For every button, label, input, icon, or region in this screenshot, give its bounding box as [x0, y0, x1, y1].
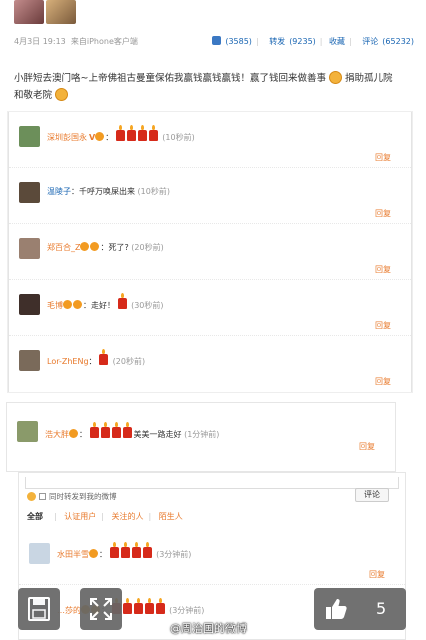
like-count: 5	[376, 599, 387, 618]
comment-item: 温陵子：千呼万唤屎出来 (10秒前) 回复	[9, 168, 411, 224]
sync-repost-option: 同时转发到我的微博	[27, 491, 117, 502]
candle-icon	[142, 542, 152, 558]
comment-item: 水田半雪： (3分钟前) 回复	[19, 529, 405, 585]
post-meta-row: 4月3日 19:13 来自iPhone客户端 (3585) | 转发 (9235) |…	[14, 36, 414, 50]
candle-icon	[117, 293, 127, 309]
badge-icon	[95, 132, 105, 141]
badge-icon	[89, 549, 98, 558]
post-date: 4月3日 19:13 来自iPhone客户端	[14, 37, 138, 46]
filter-following[interactable]: 关注的人	[112, 512, 144, 521]
comment-user[interactable]: Lor-ZhENg	[47, 357, 89, 366]
emoji-icon	[55, 88, 69, 101]
candle-icon	[155, 598, 165, 614]
candle-icon	[115, 125, 125, 141]
reply-link[interactable]: 回复	[375, 264, 391, 275]
comment-item: 毛博 ：走好！ (30秒前) 回复	[9, 280, 411, 336]
reply-link[interactable]: 回复	[375, 208, 391, 219]
sync-checkbox[interactable]	[39, 493, 46, 500]
candle-icon	[137, 125, 147, 141]
candle-icon	[99, 349, 109, 365]
avatar[interactable]	[19, 294, 40, 315]
comment-item: Lor-ZhENg： (20秒前) 回复	[9, 336, 411, 392]
badge-icon	[63, 300, 72, 309]
comment-item: 郑百合_Z ：死了? (20秒前) 回复	[9, 224, 411, 280]
comment-filters: 全部 | 认证用户 | 关注的人 | 陌生人	[27, 512, 183, 521]
like-count-button[interactable]: 5	[314, 588, 406, 630]
avatar[interactable]	[19, 126, 40, 147]
emoji-picker-icon[interactable]	[27, 492, 36, 501]
emoji-icon	[90, 242, 100, 251]
avatar[interactable]	[29, 543, 50, 564]
post-text: 小胖短去澳门咯~上帝佛祖古曼童保佑我赢钱赢钱赢钱！赢了钱回来做善事 捐助孤儿院 …	[14, 71, 393, 101]
fullscreen-button[interactable]	[80, 588, 122, 630]
victory-emoji-icon	[329, 71, 342, 84]
reply-link[interactable]: 回复	[375, 152, 391, 163]
candle-icon	[131, 542, 141, 558]
avatar[interactable]	[19, 238, 40, 259]
post-image-thumbnail[interactable]	[14, 0, 44, 24]
comment-item: 深圳彭国永 V： (10秒前) 回复	[9, 112, 411, 168]
comment-user[interactable]: 郑百合_Z	[47, 243, 80, 252]
comment-list: 浩大胖： 美美一路走好 (1分钟前) 回复	[6, 402, 396, 472]
avatar[interactable]	[19, 350, 40, 371]
candle-icon	[126, 125, 136, 141]
reply-link[interactable]: 回复	[375, 376, 391, 387]
avatar[interactable]	[17, 421, 38, 442]
submit-comment-button[interactable]: 评论	[355, 488, 389, 502]
badge-icon	[69, 429, 78, 438]
candle-icon	[148, 125, 158, 141]
emoji-icon	[73, 300, 82, 309]
post-image-thumbnail[interactable]	[46, 0, 76, 24]
save-button[interactable]	[18, 588, 60, 630]
favorite-button[interactable]: 收藏	[329, 37, 345, 46]
filter-all[interactable]: 全部	[27, 512, 43, 521]
post-actions: (3585) | 转发 (9235) | 收藏 | 评论 (65232)	[204, 36, 414, 47]
thumbs-up-icon	[212, 36, 222, 45]
repost-button[interactable]: 转发 (9235)	[265, 37, 316, 46]
watermark: @周治国的微博	[170, 622, 247, 635]
comment-user[interactable]: 深圳彭国永	[47, 133, 87, 142]
filter-stranger[interactable]: 陌生人	[159, 512, 183, 521]
reply-link[interactable]: 回复	[369, 569, 385, 580]
like-button[interactable]: (3585)	[208, 36, 252, 46]
candle-icon	[89, 422, 99, 438]
candle-icon	[100, 422, 110, 438]
top-strip	[0, 0, 426, 26]
candle-icon	[144, 598, 154, 614]
comment-item: 浩大胖： 美美一路走好 (1分钟前) 回复	[7, 409, 395, 465]
badge-icon	[80, 242, 90, 251]
comment-user[interactable]: …莎的	[57, 606, 81, 615]
reply-link[interactable]: 回复	[375, 320, 391, 331]
candle-icon	[122, 598, 132, 614]
expand-icon	[90, 598, 112, 620]
reply-link[interactable]: 回复	[359, 441, 375, 452]
candle-icon	[109, 542, 119, 558]
thumbs-up-icon	[326, 599, 347, 619]
candle-icon	[122, 422, 132, 438]
avatar[interactable]	[19, 182, 40, 203]
comment-list: 深圳彭国永 V： (10秒前) 回复 温陵子：千呼万唤屎出来 (10秒前) 回复 …	[8, 112, 412, 392]
comment-user[interactable]: 浩大胖	[45, 430, 69, 439]
filter-verified[interactable]: 认证用户	[64, 512, 96, 521]
comment-user[interactable]: 毛博	[47, 301, 63, 310]
candle-icon	[120, 542, 130, 558]
candle-icon	[133, 598, 143, 614]
comment-user[interactable]: 水田半雪	[57, 550, 89, 559]
comment-button[interactable]: 评论 (65232)	[358, 37, 414, 46]
save-icon	[28, 597, 50, 621]
comment-input[interactable]	[25, 477, 399, 489]
candle-icon	[111, 422, 121, 438]
comment-user[interactable]: 温陵子	[47, 187, 71, 196]
